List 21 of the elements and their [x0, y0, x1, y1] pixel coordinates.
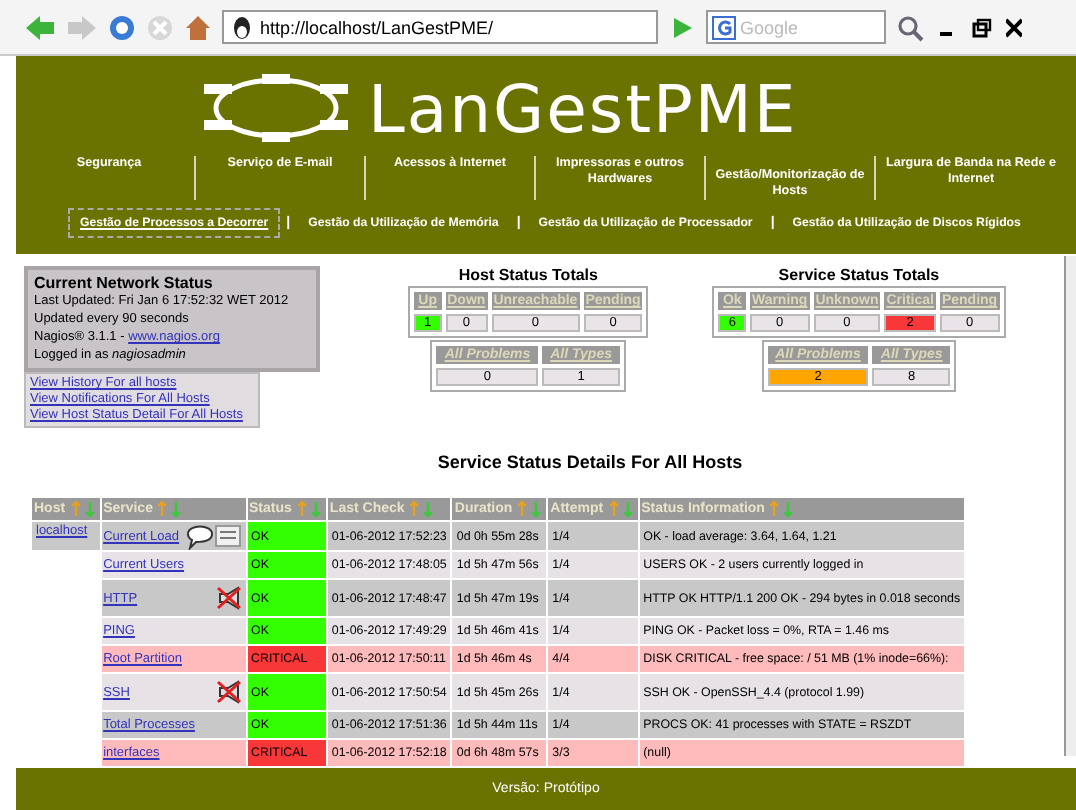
address-bar[interactable]: http://localhost/LanGestPME/	[222, 10, 658, 44]
panel-title: Current Network Status	[34, 274, 215, 292]
section-title: Host Status Totals	[458, 266, 598, 284]
muted-megaphone-icon[interactable]	[213, 678, 244, 706]
details-icon[interactable]	[213, 522, 244, 550]
url-text: http://localhost/LanGestPME/	[260, 17, 494, 37]
back-icon[interactable]	[24, 13, 56, 41]
muted-megaphone-icon[interactable]	[213, 584, 244, 612]
close-icon[interactable]	[1006, 17, 1022, 37]
scrollbar[interactable]	[1064, 256, 1076, 756]
go-icon[interactable]	[668, 13, 696, 41]
logo-text: LanGestPME	[368, 69, 798, 147]
section-title: Service Status Details For All Hosts	[435, 452, 745, 472]
search-icon[interactable]	[896, 13, 924, 41]
section-title: Service Status Totals	[778, 266, 940, 284]
google-icon[interactable]	[712, 15, 736, 39]
comment-icon[interactable]	[183, 522, 214, 550]
reload-icon[interactable]	[108, 13, 136, 41]
search-field[interactable]: Google	[706, 10, 886, 44]
restore-icon[interactable]	[972, 17, 992, 37]
home-icon[interactable]	[184, 13, 212, 41]
